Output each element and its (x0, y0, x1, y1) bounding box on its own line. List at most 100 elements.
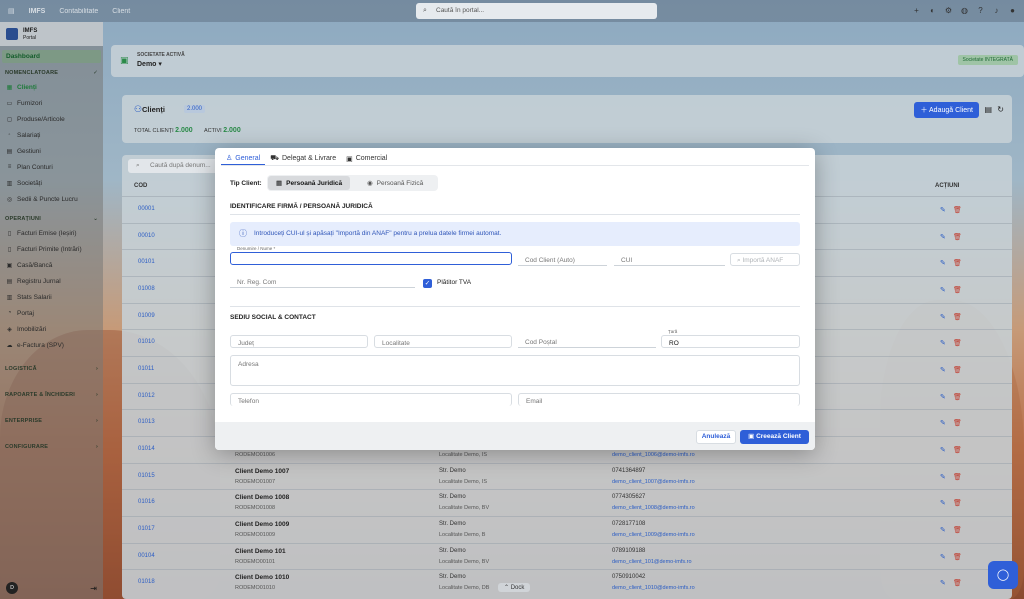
client-code[interactable]: 00001 (138, 206, 155, 212)
delete-icon[interactable]: 🗑 (953, 473, 962, 481)
company-select[interactable]: Demo ▾ (137, 60, 162, 68)
global-search-input[interactable]: ⌕ Caută în portal... (416, 3, 657, 19)
edit-icon[interactable]: ✎ (940, 393, 946, 401)
delete-icon[interactable]: 🗑 (953, 259, 962, 267)
client-code[interactable]: 01016 (138, 499, 155, 505)
delete-icon[interactable]: 🗑 (953, 499, 962, 507)
avatar[interactable]: D (6, 582, 18, 594)
country-field[interactable]: Țară RO (661, 329, 800, 348)
delete-icon[interactable]: 🗑 (953, 446, 962, 454)
sidebar-item-imobilizari[interactable]: ◈ Imobilizări (0, 321, 103, 337)
client-code[interactable]: 01015 (138, 473, 155, 479)
sidebar-item-registru[interactable]: ▤ Registru Jurnal (0, 273, 103, 289)
client-code[interactable]: 00010 (138, 233, 155, 239)
client-code[interactable]: 01014 (138, 446, 155, 452)
edit-icon[interactable]: ✎ (940, 313, 946, 321)
postal-code-field[interactable]: Cod Poștal (518, 335, 656, 348)
theme-icon[interactable]: ◐ (927, 4, 938, 17)
add-icon[interactable]: + (911, 4, 922, 17)
delete-icon[interactable]: 🗑 (953, 233, 962, 241)
help-icon[interactable]: ? (975, 4, 986, 17)
edit-icon[interactable]: ✎ (940, 366, 946, 374)
client-code[interactable]: 01010 (138, 339, 155, 345)
edit-icon[interactable]: ✎ (940, 446, 946, 454)
table-row[interactable]: 01018 Client Demo 1010 RODEMO01010 Str. Dem… (122, 569, 1012, 596)
chat-icon[interactable]: ◯ (988, 561, 1018, 589)
client-email[interactable]: demo_client_1010@demo-imfs.ro (612, 585, 695, 591)
sidebar-item-produse[interactable]: ◻ Produse/Articole (0, 111, 103, 127)
client-code[interactable]: 01008 (138, 286, 155, 292)
sidebar-section-configurare[interactable]: CONFIGURARE › (0, 441, 103, 453)
sidebar-item-casa-banca[interactable]: ▣ Casă/Bancă (0, 257, 103, 273)
dock-button[interactable]: ⌃ Dock (498, 583, 531, 592)
name-field[interactable]: Denumire / Nume * (230, 246, 512, 265)
edit-icon[interactable]: ✎ (940, 499, 946, 507)
delete-icon[interactable]: 🗑 (953, 553, 962, 561)
edit-icon[interactable]: ✎ (940, 419, 946, 427)
sidebar-item-plan-conturi[interactable]: ≡ Plan Conturi (0, 159, 103, 175)
sidebar-item-facturi-primite[interactable]: ▯ Facturi Primite (Intrări) (0, 241, 103, 257)
delete-icon[interactable]: 🗑 (953, 366, 962, 374)
sidebar-item-stats-salarii[interactable]: ▥ Stats Salarii (0, 289, 103, 305)
delete-icon[interactable]: 🗑 (953, 419, 962, 427)
delete-icon[interactable]: 🗑 (953, 313, 962, 321)
table-row[interactable]: 01017 Client Demo 1009 RODEMO01009 Str. Dem… (122, 516, 1012, 543)
user-icon[interactable]: ● (1007, 4, 1018, 17)
edit-icon[interactable]: ✎ (940, 553, 946, 561)
settings-icon[interactable]: ⚙ (943, 4, 954, 17)
sidebar-section-enterprise[interactable]: ENTERPRISE › (0, 415, 103, 427)
client-code[interactable]: 01009 (138, 313, 155, 319)
sidebar-item-sedii[interactable]: ◎ Sedii & Puncte Lucru (0, 191, 103, 207)
sidebar-item-efactura[interactable]: ☁ e-Factura (SPV) (0, 337, 103, 353)
edit-icon[interactable]: ✎ (940, 473, 946, 481)
client-code[interactable]: 01012 (138, 393, 155, 399)
sidebar-item-furnizori[interactable]: ▭ Furnizori (0, 95, 103, 111)
sidebar-item-gestiuni[interactable]: ▤ Gestiuni (0, 143, 103, 159)
client-email[interactable]: demo_client_101@demo-imfs.ro (612, 559, 692, 565)
client-code[interactable]: 01017 (138, 526, 155, 532)
cancel-button[interactable]: Anulează (696, 430, 736, 444)
sidebar-section-nomenclatoare[interactable]: NOMENCLATOARE ✓ (0, 67, 103, 79)
edit-icon[interactable]: ✎ (940, 206, 946, 214)
client-email[interactable]: demo_client_1006@demo-imfs.ro (612, 452, 695, 458)
export-icon[interactable]: ▤ (984, 105, 992, 114)
client-code[interactable]: 01013 (138, 419, 155, 425)
client-code[interactable]: 00101 (138, 259, 155, 265)
type-persoana-fizica[interactable]: ◉ Persoană Fizică (359, 176, 431, 190)
table-row[interactable]: 01015 Client Demo 1007 RODEMO01007 Str. Dem… (122, 463, 1012, 490)
create-client-button[interactable]: ▣ Creează Client (740, 430, 809, 444)
locality-field[interactable]: Localitate (374, 335, 512, 348)
client-email[interactable]: demo_client_1008@demo-imfs.ro (612, 505, 695, 511)
sidebar-item-societati[interactable]: ▥ Societăți (0, 175, 103, 191)
type-persoana-juridica[interactable]: ▦ Persoană Juridică (268, 176, 351, 190)
email-field[interactable]: Email (518, 393, 800, 406)
sidebar-item-portaj[interactable]: ◔ Portaj (0, 305, 103, 321)
import-anaf-button[interactable]: ⌕ Importă ANAF (730, 253, 800, 266)
edit-icon[interactable]: ✎ (940, 286, 946, 294)
sidebar-section-logistica[interactable]: LOGISTICĂ › (0, 363, 103, 375)
tab-comercial[interactable]: ▣ Comercial (341, 152, 392, 165)
sidebar-section-operatiuni[interactable]: OPERAȚIUNI ⌄ (0, 213, 103, 225)
client-email[interactable]: demo_client_1007@demo-imfs.ro (612, 479, 695, 485)
col-cod[interactable]: COD (134, 183, 147, 189)
delete-icon[interactable]: 🗑 (953, 339, 962, 347)
edit-icon[interactable]: ✎ (940, 526, 946, 534)
table-row[interactable]: 01016 Client Demo 1008 RODEMO01008 Str. Dem… (122, 489, 1012, 516)
tab-delegat-livrare[interactable]: ⛟ Delegat & Livrare (265, 152, 341, 165)
add-client-button[interactable]: ＋ Adaugă Client (914, 102, 979, 118)
client-code[interactable]: 01011 (138, 366, 154, 372)
address-field[interactable]: Adresa (230, 355, 800, 386)
refresh-icon[interactable]: ↻ (997, 105, 1004, 114)
menu-icon[interactable]: ▤ (8, 7, 15, 15)
delete-icon[interactable]: 🗑 (953, 286, 962, 294)
topbar-nav-accounting[interactable]: Contabilitate (59, 8, 98, 15)
edit-icon[interactable]: ✎ (940, 339, 946, 347)
collapse-icon[interactable]: ⇥ (90, 584, 97, 593)
delete-icon[interactable]: 🗑 (953, 393, 962, 401)
county-field[interactable]: Județ (230, 335, 368, 348)
client-email[interactable]: demo_client_1009@demo-imfs.ro (612, 532, 695, 538)
cui-field[interactable]: CUI (614, 253, 725, 266)
palette-icon[interactable]: ◍ (959, 4, 970, 17)
client-code[interactable]: 00104 (138, 553, 155, 559)
edit-icon[interactable]: ✎ (940, 233, 946, 241)
